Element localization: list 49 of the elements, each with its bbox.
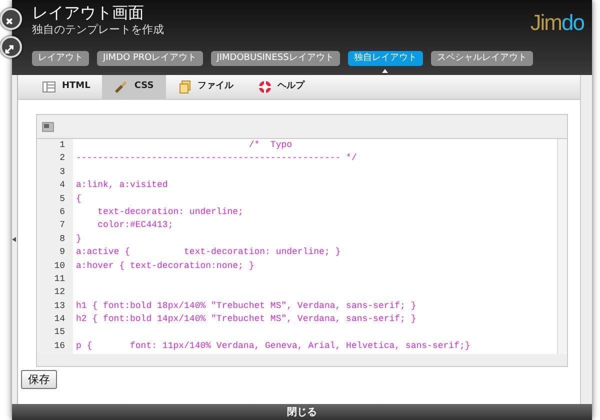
fullscreen-icon[interactable] bbox=[42, 122, 54, 132]
line-number: 13 bbox=[53, 300, 66, 313]
line-number: 12 bbox=[53, 286, 66, 300]
line-number: 15 bbox=[53, 326, 66, 340]
close-icon[interactable] bbox=[0, 8, 22, 30]
folder-icon bbox=[178, 80, 192, 94]
code-line: h1 { font:bold 18px/140% "Trebuchet MS", Verdana, sans-serif; } bbox=[76, 300, 418, 313]
line-number: 4 bbox=[58, 179, 66, 192]
window-title: レイアウト画面 bbox=[32, 3, 144, 23]
line-number: 2 bbox=[58, 152, 66, 166]
brush-icon bbox=[114, 80, 128, 94]
toolbar-tab[interactable]: CSS bbox=[102, 75, 166, 99]
line-number: 16 bbox=[53, 340, 66, 353]
code-line: a:hover { text-decoration:none; } bbox=[76, 260, 256, 273]
code-line: p { font: 11px/140% Verdana, Geneva, Arial, Helvetica, sans-serif;} bbox=[76, 340, 472, 353]
line-number: 6 bbox=[58, 206, 66, 219]
line-number: 7 bbox=[58, 219, 66, 232]
toolbar-tab[interactable]: HTML bbox=[30, 75, 102, 99]
collapse-arrow-icon[interactable] bbox=[12, 237, 16, 242]
line-number: 14 bbox=[53, 313, 66, 326]
code-line: { bbox=[76, 192, 82, 206]
code-line: a:active { text-decoration: underline; } bbox=[76, 246, 342, 260]
line-number: 5 bbox=[58, 192, 66, 206]
line-number: 8 bbox=[58, 232, 66, 246]
line-number: 1 bbox=[58, 139, 66, 152]
toolbar-tab[interactable]: ヘルプ bbox=[246, 75, 317, 99]
line-number: 9 bbox=[58, 246, 66, 260]
window-subtitle: 独自のテンプレートを作成 bbox=[32, 23, 164, 37]
lifebuoy-icon bbox=[258, 80, 272, 94]
code-line: color:#EC4413; bbox=[96, 219, 174, 232]
scrollbar[interactable] bbox=[37, 354, 567, 366]
logo: Jimdo bbox=[530, 9, 584, 37]
code-line: ------------------------------------------------- */ bbox=[76, 152, 358, 166]
toolbar-tab[interactable]: ファイル bbox=[166, 75, 246, 99]
layout-icon bbox=[42, 80, 56, 94]
close-button[interactable]: 閉じる bbox=[281, 404, 323, 420]
line-number: 11 bbox=[53, 272, 66, 286]
scrollbar[interactable] bbox=[557, 139, 567, 354]
expand-icon[interactable] bbox=[0, 36, 22, 58]
code-line: /* Typo bbox=[248, 139, 294, 152]
code-line: text-decoration: underline; bbox=[96, 206, 244, 219]
code-line: } bbox=[76, 232, 82, 246]
save-button[interactable]: 保存 bbox=[21, 370, 57, 389]
code-line: h2 { font:bold 14px/140% "Trebuchet MS", Verdana, sans-serif; } bbox=[76, 313, 418, 326]
line-number: 3 bbox=[58, 166, 66, 179]
pointer-icon bbox=[382, 69, 388, 73]
scrollbar[interactable] bbox=[580, 75, 592, 404]
code-line: a:link, a:visited bbox=[76, 179, 169, 192]
line-number: 10 bbox=[53, 260, 66, 273]
